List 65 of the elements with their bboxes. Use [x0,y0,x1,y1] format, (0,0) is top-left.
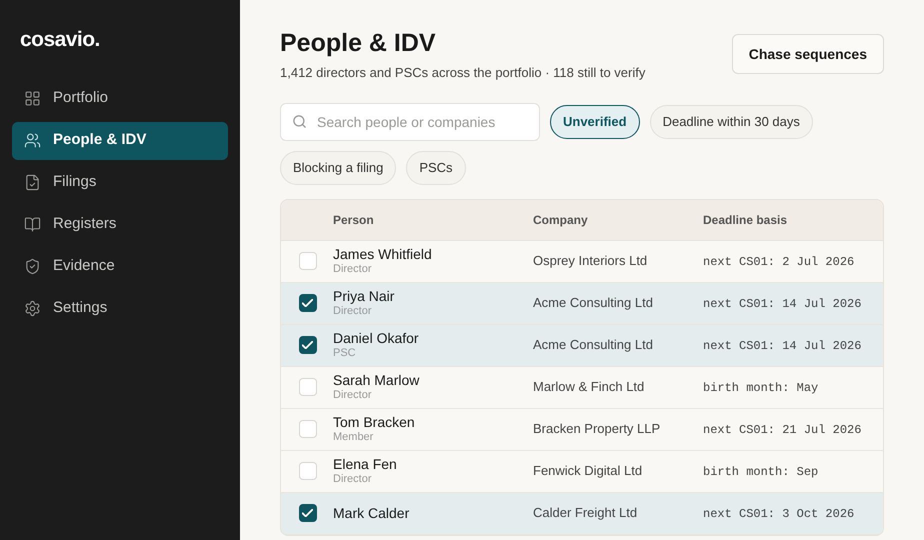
row-checkbox[interactable] [298,504,316,522]
row-checkbox[interactable] [298,336,316,354]
deadline-basis: birth month: May [703,381,818,396]
person-name: Sarah Marlow [333,372,420,390]
file-check-icon [24,174,41,191]
person-role: Director [333,473,373,487]
person-name: Tom Bracken [333,414,416,432]
column-header: Deadline basis [703,212,788,227]
people-icon [24,132,41,149]
row-checkbox[interactable] [298,462,316,480]
deadline-basis: next CS01: 14 Jul 2026 [703,339,862,354]
chase-sequences-button[interactable]: Chase sequences [732,34,884,74]
person-role: PSC [333,347,357,361]
brand-logo: cosavio. [19,27,101,53]
deadline-basis: next CS01: 14 Jul 2026 [703,297,862,312]
person-name: Daniel Okafor [333,330,420,348]
company-name: Calder Freight Ltd [533,505,638,520]
row-checkbox[interactable] [298,252,316,270]
company-name: Fenwick Digital Ltd [533,463,642,478]
row-checkbox[interactable] [298,378,316,396]
nav-item[interactable]: Registers [12,206,228,244]
table-row[interactable]: Priya Nair Director Acme Consulting Ltd next CS01: 14 Jul 2026 [281,282,883,325]
filter-chip[interactable]: Blocking a filing [280,150,396,185]
page-title: People & IDV [280,28,437,59]
company-name: Marlow & Finch Ltd [533,379,644,394]
filter-chip[interactable]: Unverified [550,104,640,139]
nav-item[interactable]: Portfolio [12,80,228,118]
person-name: Priya Nair [333,288,396,306]
check-icon [302,509,313,518]
search-icon [292,114,307,129]
column-header: Person [333,212,374,227]
person-role: Director [333,389,373,403]
person-role: Director [333,305,373,319]
nav-item[interactable]: People & IDV [12,122,228,160]
company-name: Osprey Interiors Ltd [533,253,648,268]
company-name: Acme Consulting Ltd [533,337,653,352]
filter-chip[interactable]: Deadline within 30 days [650,104,813,139]
search-field[interactable]: Search people or companies [280,102,540,141]
table-row[interactable]: Daniel Okafor PSC Acme Consulting Ltd next CS01: 14 Jul 2026 [281,324,883,367]
filter-chip[interactable]: PSCs [406,150,466,185]
person-role: Director [333,263,373,277]
page-subtitle: 1,412 directors and PSCs across the portfolio · 118 still to verify [280,64,646,82]
settings-icon [24,300,41,317]
person-name: James Whitfield [333,246,433,264]
table-row[interactable]: Mark Calder Calder Freight Ltd next CS01: 3 Oct 2026 [281,492,883,535]
row-checkbox[interactable] [298,294,316,312]
deadline-basis: next CS01: 21 Jul 2026 [703,423,862,438]
nav-item[interactable]: Settings [12,290,228,328]
person-name: Elena Fen [333,456,398,474]
check-icon [302,341,313,350]
deadline-basis: birth month: Sep [703,465,818,480]
grid-icon [24,90,41,107]
nav-item[interactable]: Evidence [12,248,228,286]
person-name: Mark Calder [333,504,410,522]
book-icon [24,216,41,233]
deadline-basis: next CS01: 3 Oct 2026 [703,507,854,522]
row-checkbox[interactable] [298,420,316,438]
check-icon [302,299,313,308]
deadline-basis: next CS01: 2 Jul 2026 [703,255,854,270]
company-name: Bracken Property LLP [533,421,660,436]
column-header: Company [533,212,588,227]
person-role: Member [333,431,374,445]
shield-check-icon [24,258,41,275]
nav-item[interactable]: Filings [12,164,228,202]
company-name: Acme Consulting Ltd [533,295,653,310]
